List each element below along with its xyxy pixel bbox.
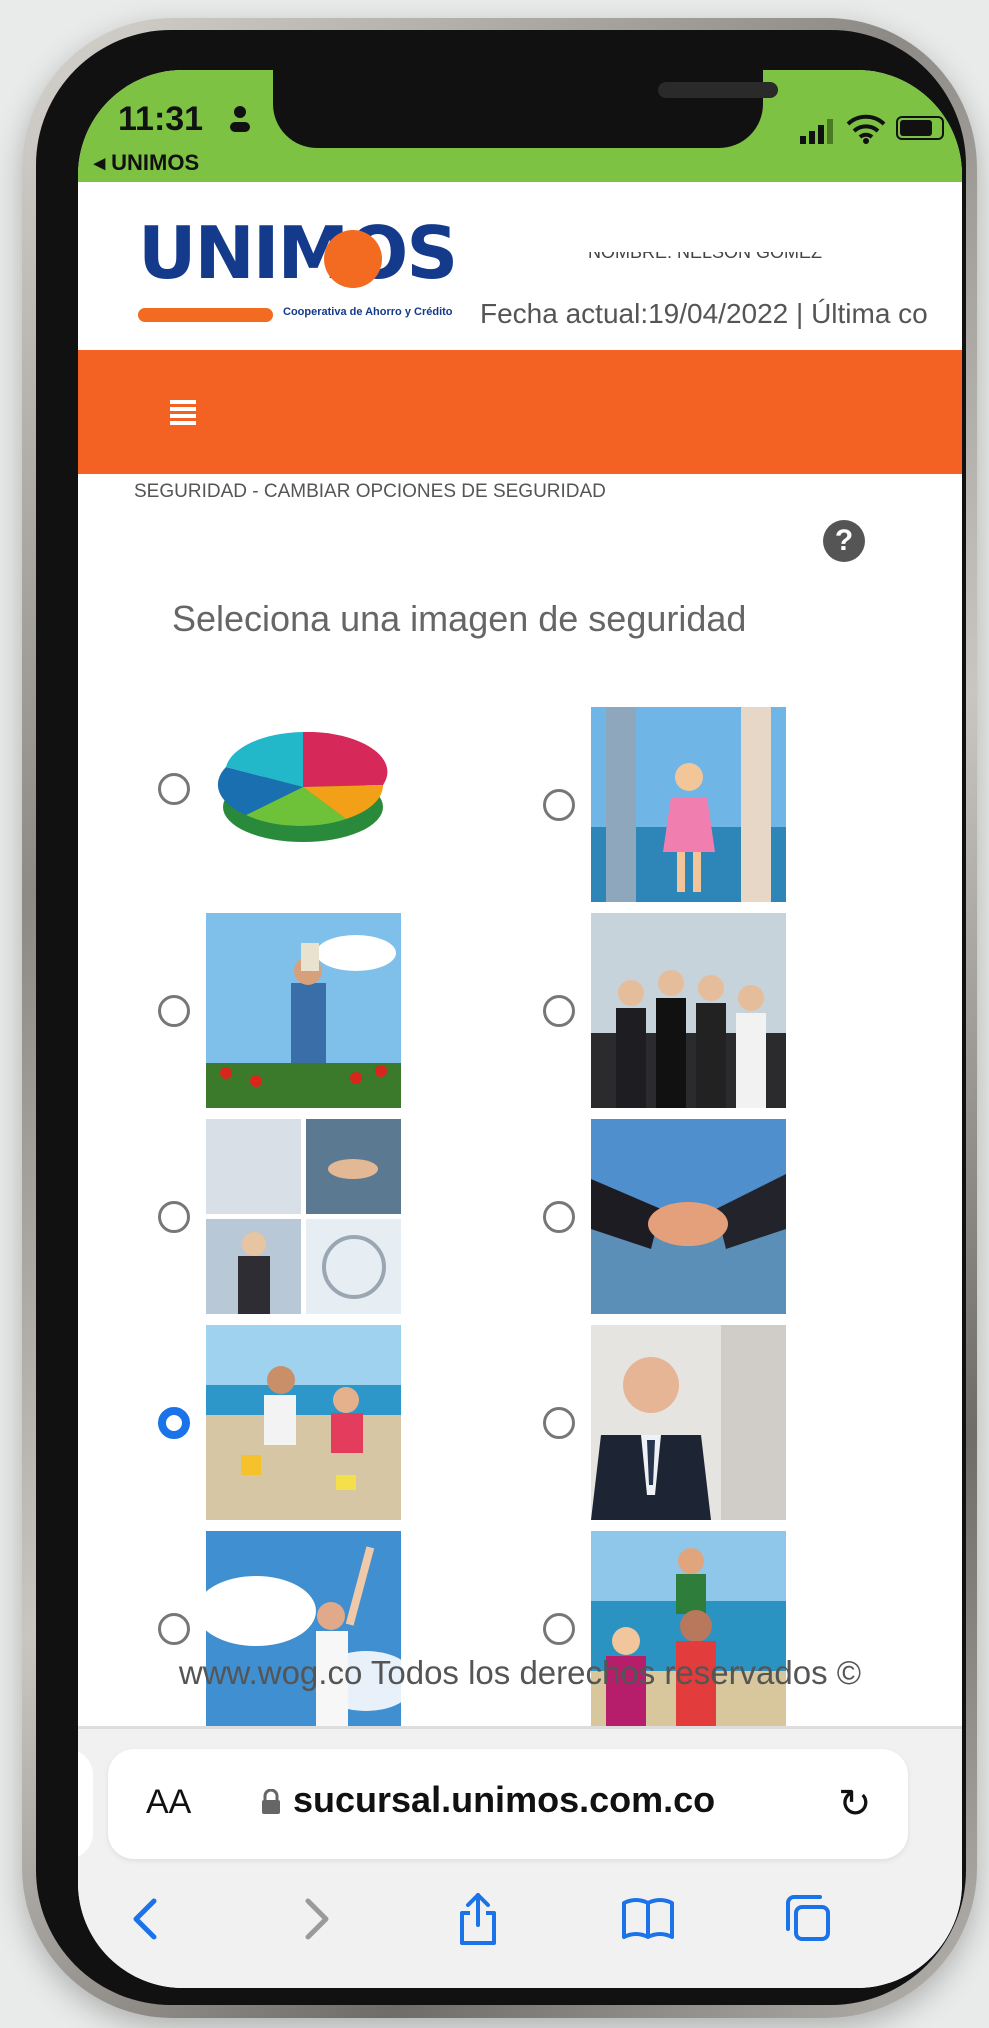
office-collage-image[interactable]: [206, 1119, 401, 1314]
handshake-image[interactable]: [591, 1119, 786, 1314]
radio-button[interactable]: [543, 1613, 575, 1645]
family-seaside-image[interactable]: [591, 1531, 786, 1726]
radio-button[interactable]: [158, 773, 190, 805]
menu-icon[interactable]: [170, 400, 196, 426]
image-option-9[interactable]: [158, 1531, 508, 1726]
wifi-icon: [846, 114, 886, 144]
nav-bar: [78, 350, 962, 474]
signal-icon: [800, 119, 833, 144]
image-option-3[interactable]: [158, 913, 508, 1108]
business-team-image[interactable]: [591, 913, 786, 1108]
radio-button[interactable]: [543, 1201, 575, 1233]
pie-chart-image[interactable]: [206, 707, 401, 877]
logo-underline: [138, 308, 273, 322]
notch: [273, 70, 778, 148]
lock-icon: [262, 1789, 280, 1814]
image-option-8[interactable]: [543, 1325, 893, 1520]
browser-toolbar: AA sucursal.unimos.com.co ↻: [78, 1729, 962, 1988]
logo-text: UNIMOS: [138, 211, 458, 295]
image-option-10[interactable]: [543, 1531, 893, 1726]
footer-text: www.wog.co Todos los derechos reservados…: [178, 1654, 862, 1691]
back-to-app-link[interactable]: ◂ UNIMOS: [94, 150, 199, 176]
address-bar[interactable]: AA sucursal.unimos.com.co ↻: [108, 1749, 908, 1859]
logo-orange-circle: [324, 230, 382, 288]
man-sky-image[interactable]: [206, 1531, 401, 1726]
radio-button[interactable]: [543, 995, 575, 1027]
breadcrumb: SEGURIDAD - CAMBIAR OPCIONES DE SEGURIDA…: [134, 481, 606, 502]
site-header: UNIMOS Cooperativa de Ahorro y Crédito N…: [78, 182, 962, 350]
child-beach-image[interactable]: [591, 707, 786, 902]
battery-icon: [896, 116, 944, 140]
image-option-7[interactable]: [158, 1325, 508, 1520]
unimos-logo[interactable]: UNIMOS Cooperativa de Ahorro y Crédito: [138, 208, 458, 322]
image-option-6[interactable]: [543, 1119, 893, 1314]
back-icon[interactable]: [116, 1889, 176, 1949]
image-option-5[interactable]: [158, 1119, 508, 1314]
image-option-2[interactable]: [543, 707, 893, 902]
url-text: sucursal.unimos.com.co: [293, 1779, 716, 1820]
family-sand-image[interactable]: [206, 1325, 401, 1520]
bookmarks-icon[interactable]: [618, 1889, 678, 1949]
person-icon: [230, 106, 250, 132]
status-bar: 11:31 ◂ UNIMOS: [78, 70, 962, 182]
header-user-line: NOMBRE: NELSON GOMEZ: [588, 242, 823, 262]
reader-settings-button[interactable]: AA: [146, 1783, 191, 1822]
help-icon[interactable]: ?: [823, 520, 865, 562]
radio-button[interactable]: [158, 995, 190, 1027]
image-option-4[interactable]: [543, 913, 893, 1108]
father-child-field-image[interactable]: [206, 913, 401, 1108]
reload-icon[interactable]: ↻: [838, 1781, 872, 1827]
phone-screen: 11:31 ◂ UNIMOS UNIMOS Cooperativa de Aho…: [78, 70, 962, 1988]
radio-button[interactable]: [543, 1407, 575, 1439]
tabs-icon[interactable]: [778, 1889, 838, 1949]
image-option-1[interactable]: [158, 707, 508, 902]
page-prompt: Seleciona una imagen de seguridad: [172, 598, 747, 639]
speaker: [658, 82, 778, 98]
radio-button[interactable]: [158, 1613, 190, 1645]
radio-button-selected[interactable]: [158, 1407, 190, 1439]
status-time: 11:31: [118, 100, 204, 138]
radio-button[interactable]: [543, 789, 575, 821]
header-date-line: Fecha actual:19/04/2022 | Última co: [480, 298, 928, 329]
radio-button[interactable]: [158, 1201, 190, 1233]
businessman-image[interactable]: [591, 1325, 786, 1520]
previous-tab-peek[interactable]: [78, 1749, 93, 1859]
aa-label: AA: [146, 1783, 192, 1821]
forward-icon[interactable]: [286, 1889, 346, 1949]
share-icon[interactable]: [448, 1889, 508, 1949]
logo-subtitle: Cooperativa de Ahorro y Crédito: [283, 306, 453, 318]
